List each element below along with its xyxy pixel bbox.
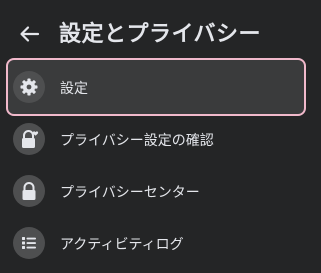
list-icon: [22, 237, 36, 249]
menu-item-settings[interactable]: 設定: [8, 60, 304, 114]
icon-circle: [13, 71, 45, 103]
menu-item-privacy-center[interactable]: プライバシーセンター: [8, 164, 304, 218]
menu-item-label: プライバシーセンター: [60, 185, 200, 201]
icon-circle: [13, 123, 45, 155]
back-button[interactable]: [16, 20, 44, 48]
page-title: 設定とプライバシー: [59, 22, 262, 47]
menu-item-label: アクティビティログ: [60, 237, 184, 253]
menu-item-label: プライバシー設定の確認: [60, 133, 214, 149]
header: 設定とプライバシー: [0, 0, 321, 62]
lock-heart-icon: [22, 130, 39, 148]
arrow-left-icon: [20, 26, 40, 42]
icon-circle: [13, 175, 45, 207]
menu-item-activity-log[interactable]: アクティビティログ: [8, 216, 304, 270]
icon-circle: [13, 227, 45, 259]
menu-item-label: 設定: [60, 81, 88, 97]
gear-icon: [20, 78, 38, 96]
menu-item-privacy-checkup[interactable]: プライバシー設定の確認: [8, 112, 304, 166]
lock-icon: [22, 182, 36, 200]
